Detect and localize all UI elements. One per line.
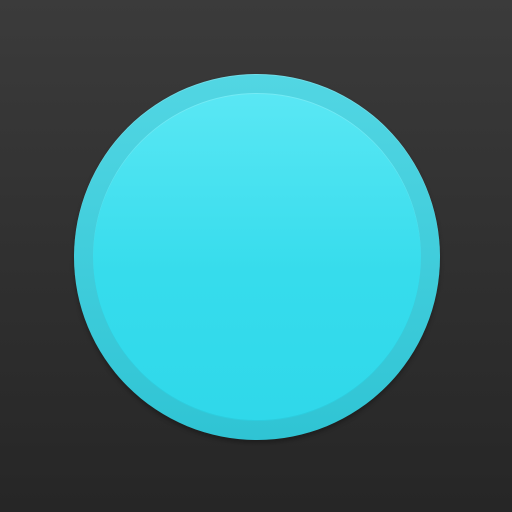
app-icon-canvas [0,0,512,512]
circle-icon [74,74,440,440]
inner-circle [93,93,421,421]
